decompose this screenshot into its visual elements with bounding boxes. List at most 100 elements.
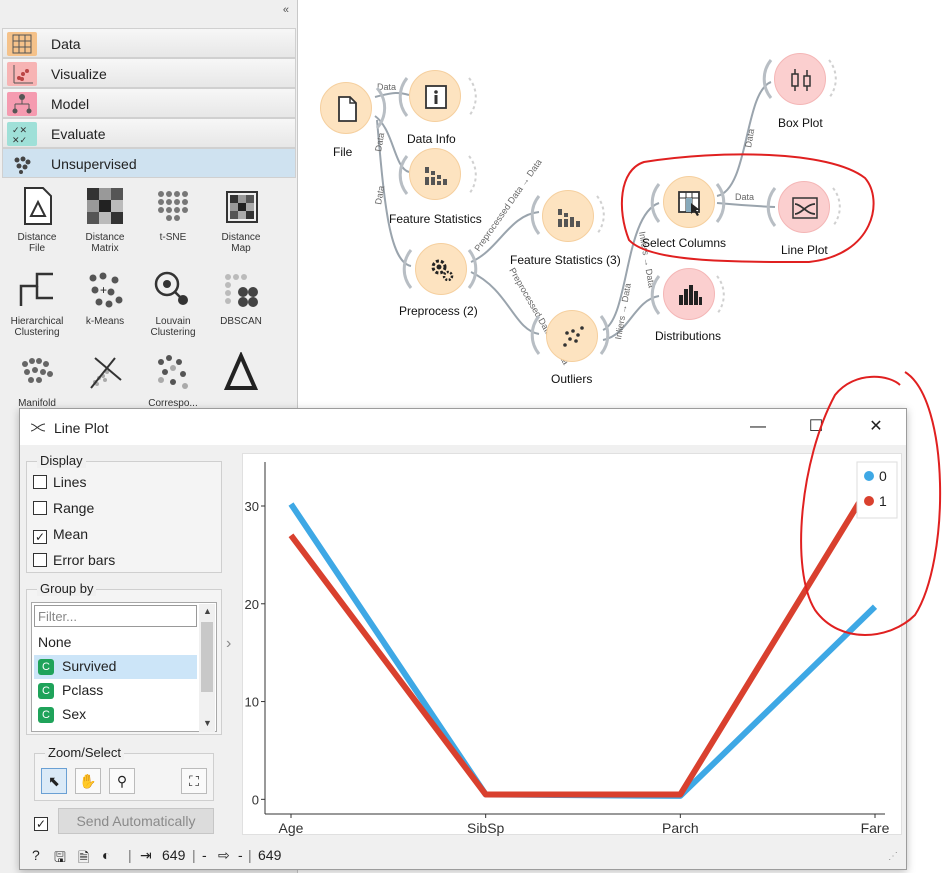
scroll-down-icon[interactable]: ▼: [203, 718, 212, 728]
collapse-panel-icon[interactable]: ›: [226, 635, 231, 653]
tree-icon: [7, 92, 37, 116]
pointer-icon: ⬉: [48, 773, 60, 789]
group-by-group: Group by Filter... None C Survived C Pclas…: [26, 581, 222, 735]
checkbox-label: Lines: [53, 474, 87, 490]
node-distributions[interactable]: [663, 268, 715, 320]
category-evaluate[interactable]: ✓✕ ✕✓ Evaluate: [2, 118, 296, 148]
pan-tool-button[interactable]: ✋: [75, 768, 101, 794]
category-model[interactable]: Model: [2, 88, 296, 118]
reset-zoom-button[interactable]: ⛶: [181, 768, 207, 794]
range-checkbox[interactable]: Range: [33, 500, 94, 516]
output-count: 649: [258, 847, 282, 863]
widget-distance-map[interactable]: Distance Map: [207, 186, 275, 270]
maximize-button[interactable]: ☐: [796, 415, 836, 439]
select-tool-button[interactable]: ⬉: [41, 768, 67, 794]
error-bars-checkbox[interactable]: Error bars: [33, 552, 115, 568]
list-scrollbar[interactable]: ▲ ▼: [199, 604, 215, 732]
display-group-title: Display: [37, 453, 86, 468]
distance-map-icon: [226, 191, 258, 223]
list-item-label: None: [38, 634, 72, 650]
widget-hierarchical-clustering[interactable]: Hierarchical Clustering: [3, 270, 71, 354]
legend-marker: [864, 471, 874, 481]
status-separator: |: [192, 847, 196, 863]
node-outliers[interactable]: [546, 310, 598, 362]
help-icon[interactable]: ?: [32, 847, 40, 863]
line-chart[interactable]: 0 10 20 30 Age SibSp Parch Fare 0 1: [243, 454, 903, 836]
node-label: File: [333, 145, 353, 159]
status-dash: -: [238, 847, 243, 863]
magnifier-icon: ⚲: [116, 773, 128, 789]
group-by-list[interactable]: Filter... None C Survived C Pclass C Sex ▲ …: [31, 602, 217, 732]
category-unsupervised[interactable]: Unsupervised: [2, 148, 296, 178]
node-label: Box Plot: [778, 116, 823, 130]
delta-icon: [223, 352, 259, 390]
pca-icon: [90, 357, 122, 389]
legend-label: 0: [879, 468, 887, 484]
y-tick-label: 10: [245, 695, 259, 710]
widget-label: DBSCAN: [220, 316, 262, 327]
bar-stats-icon: [558, 209, 580, 227]
histogram-icon: [679, 285, 702, 305]
node-preprocess[interactable]: [415, 243, 467, 295]
resize-grip-icon[interactable]: ⋰: [888, 851, 898, 862]
manifold-icon: [22, 358, 53, 383]
scroll-thumb[interactable]: [201, 622, 213, 692]
category-visualize[interactable]: Visualize: [2, 58, 296, 88]
category-data[interactable]: Data: [2, 28, 296, 58]
widget-distance-file[interactable]: Distance File: [3, 186, 71, 270]
widget-k-means[interactable]: + k-Means: [71, 270, 139, 354]
workflow-links: Data Data Data Preprocessed Data → Data …: [373, 59, 841, 366]
send-automatically-button[interactable]: Send Automatically: [58, 808, 214, 834]
output-icon: ⇨: [218, 847, 230, 863]
fit-screen-icon: ⛶: [189, 773, 199, 789]
widget-dbscan[interactable]: DBSCAN: [207, 270, 275, 354]
report-icon[interactable]: 🗎: [78, 847, 89, 871]
node-feature-statistics-3[interactable]: [542, 190, 594, 242]
workflow-canvas[interactable]: Data Data Data Preprocessed Data → Data …: [299, 0, 950, 410]
box-plot-icon: [791, 69, 811, 91]
widget-t-sne[interactable]: t-SNE: [139, 186, 207, 270]
list-item-survived[interactable]: C Survived: [34, 655, 197, 679]
node-box-plot[interactable]: [774, 53, 826, 105]
checkbox-label: Range: [53, 500, 95, 516]
collapse-toolbox-button[interactable]: «: [283, 4, 289, 16]
mean-checkbox[interactable]: ✓ Mean: [33, 526, 88, 544]
minimize-button[interactable]: —: [738, 415, 778, 439]
node-select-columns[interactable]: [663, 176, 715, 228]
line-plot-area[interactable]: 0 10 20 30 Age SibSp Parch Fare 0 1: [242, 453, 903, 836]
checkmark-icon: ✓: [33, 530, 47, 544]
x-tick-label: Fare: [861, 820, 890, 836]
filter-input[interactable]: Filter...: [34, 605, 197, 627]
scroll-up-icon[interactable]: ▲: [203, 606, 212, 616]
node-file[interactable]: [320, 82, 372, 134]
legend-marker: [864, 496, 874, 506]
lines-checkbox[interactable]: Lines: [33, 474, 86, 490]
correspondence-icon: [158, 355, 188, 389]
x-tick-label: Parch: [662, 820, 699, 836]
dbscan-icon: [225, 274, 258, 307]
legend-label: 1: [879, 493, 887, 509]
node-line-plot[interactable]: [778, 181, 830, 233]
list-item-label: Pclass: [62, 682, 104, 698]
zoom-tool-button[interactable]: ⚲: [109, 768, 135, 794]
widget-louvain-clustering[interactable]: Louvain Clustering: [139, 270, 207, 354]
list-item-pclass[interactable]: C Pclass: [34, 679, 197, 703]
category-label: Evaluate: [51, 126, 106, 142]
node-feature-statistics[interactable]: [409, 148, 461, 200]
dots-cluster-icon: [7, 152, 37, 176]
close-button[interactable]: ✕: [856, 415, 896, 439]
palette-icon[interactable]: ◐: [102, 847, 110, 863]
edge-label: Data: [743, 128, 756, 148]
window-titlebar[interactable]: Line Plot — ☐ ✕: [20, 409, 906, 445]
widget-distance-matrix[interactable]: Distance Matrix: [71, 186, 139, 270]
list-item-sex[interactable]: C Sex: [34, 703, 197, 727]
list-item-none[interactable]: None: [34, 631, 197, 655]
x-tick-label: SibSp: [467, 820, 505, 836]
status-dash: -: [202, 847, 207, 863]
input-count: 649: [162, 847, 186, 863]
save-icon[interactable]: 🖫: [54, 847, 66, 871]
list-item-label: Sex: [62, 706, 87, 722]
auto-send-checkbox[interactable]: ✓: [34, 813, 54, 831]
bar-stats-icon: [425, 167, 447, 185]
node-data-info[interactable]: [409, 70, 461, 122]
